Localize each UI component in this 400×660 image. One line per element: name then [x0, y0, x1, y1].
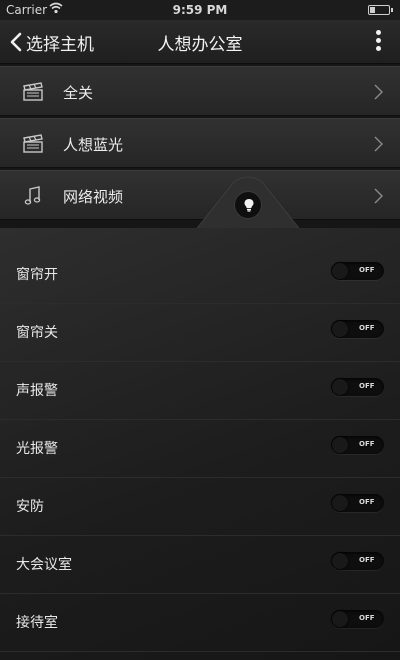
device-label: 窗帘开 [16, 267, 58, 283]
scene-label: 网络视频 [63, 188, 124, 206]
music-note-icon [24, 186, 41, 205]
toggle-state: OFF [359, 556, 375, 564]
clapperboard-icon [23, 82, 43, 101]
back-button[interactable]: 选择主机 [10, 28, 94, 56]
device-label: 安防 [16, 499, 44, 515]
device-item-conference-room: 大会议室 OFF [0, 536, 400, 594]
status-time: 9:59 PM [172, 3, 228, 17]
battery-icon [368, 5, 393, 15]
back-button-label: 选择主机 [26, 34, 94, 55]
toggle-state: OFF [359, 266, 375, 274]
device-label: 大会议室 [16, 557, 72, 573]
toggle-knob [332, 379, 348, 395]
device-toggle[interactable]: OFF [331, 552, 384, 570]
device-item-curtain-close: 窗帘关 OFF [0, 304, 400, 362]
device-toggle[interactable]: OFF [331, 610, 384, 628]
chevron-left-icon [10, 32, 22, 52]
device-item-reception: 接待室 OFF [0, 594, 400, 652]
chevron-right-icon [374, 84, 383, 100]
device-label: 光报警 [16, 441, 58, 457]
toggle-knob [332, 321, 348, 337]
toggle-state: OFF [359, 614, 375, 622]
toggle-knob [332, 495, 348, 511]
device-toggle[interactable]: OFF [331, 494, 384, 512]
more-options-icon[interactable] [368, 30, 388, 54]
device-label: 声报警 [16, 383, 58, 399]
toggle-state: OFF [359, 498, 375, 506]
toggle-knob [332, 553, 348, 569]
toggle-state: OFF [359, 324, 375, 332]
scene-item-bluray[interactable]: 人想蓝光 [0, 118, 400, 168]
page-title: 人想办公室 [157, 35, 243, 55]
device-toggle[interactable]: OFF [331, 436, 384, 454]
chevron-right-icon [374, 188, 383, 204]
toggle-state: OFF [359, 440, 375, 448]
device-toggle[interactable]: OFF [331, 320, 384, 338]
scene-item-all-off[interactable]: 全关 [0, 66, 400, 116]
nav-bar: 选择主机 人想办公室 [0, 20, 400, 64]
lightbulb-icon [244, 199, 254, 212]
device-panel: 窗帘开 OFF 窗帘关 OFF 声报警 OFF 光报警 OFF 安防 OFF 大… [0, 228, 400, 660]
device-label: 窗帘关 [16, 325, 58, 341]
device-item-light-alarm: 光报警 OFF [0, 420, 400, 478]
device-item-curtain-open: 窗帘开 OFF [0, 246, 400, 304]
device-item-security: 安防 OFF [0, 478, 400, 536]
device-toggle[interactable]: OFF [331, 262, 384, 280]
device-toggle[interactable]: OFF [331, 378, 384, 396]
chevron-right-icon [374, 136, 383, 152]
scene-label: 全关 [63, 84, 94, 102]
status-bar: Carrier 9:59 PM [0, 0, 400, 20]
scene-label: 人想蓝光 [63, 136, 124, 154]
toggle-state: OFF [359, 382, 375, 390]
device-label: 接待室 [16, 615, 58, 631]
toggle-knob [332, 437, 348, 453]
toggle-knob [332, 263, 348, 279]
device-item-sound-alarm: 声报警 OFF [0, 362, 400, 420]
lightbulb-tab-button[interactable] [234, 191, 262, 219]
toggle-knob [332, 611, 348, 627]
clapperboard-icon [23, 134, 43, 153]
